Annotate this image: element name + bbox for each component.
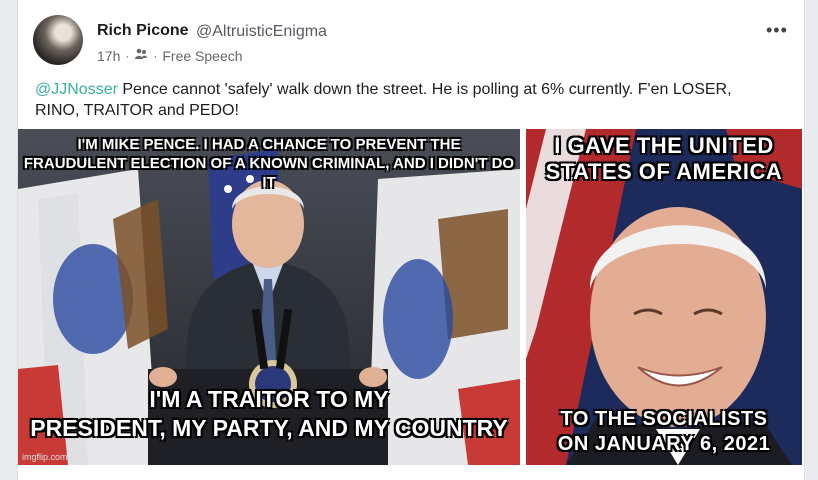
mention-link[interactable]: @JJNosser [35,81,118,98]
meme-left-bottom-line2: PRESIDENT, MY PARTY, AND MY COUNTRY [30,415,508,441]
author-handle[interactable]: @AltruisticEnigma [196,23,327,41]
separator-dot: · [153,48,158,63]
meme-right-bottom-line2: ON JANUARY 6, 2021 [557,433,771,455]
more-options-icon[interactable]: ••• [766,20,788,41]
meme-left-top-line1: I'M MIKE PENCE. I HAD A CHANCE TO PREVEN… [77,136,461,153]
post-body: @JJNosser Pence cannot 'safely' walk dow… [35,79,775,121]
separator-dot: · [125,48,130,63]
group-name[interactable]: Free Speech [162,48,242,64]
watermark: imgflip.com [22,452,68,462]
meme-right-top-line1: I GAVE THE UNITED [554,133,774,158]
post-meta: 17h · · Free Speech [97,47,243,64]
group-icon [134,47,148,64]
meme-left-bottom-caption: I'M A TRAITOR TO MY PRESIDENT, MY PARTY,… [18,385,520,443]
author-avatar[interactable] [33,15,83,65]
author-name[interactable]: Rich Picone [97,22,189,40]
post-text: Pence cannot 'safely' walk down the stre… [35,81,732,119]
meme-right-top-caption: I GAVE THE UNITED STATES OF AMERICA [526,133,802,185]
meme-right-bottom-line1: TO THE SOCIALISTS [560,408,768,430]
meme-right-bottom-caption: TO THE SOCIALISTS ON JANUARY 6, 2021 [526,407,802,457]
post-time[interactable]: 17h [97,48,120,64]
meme-image-left[interactable]: I'M MIKE PENCE. I HAD A CHANCE TO PREVEN… [18,129,520,465]
meme-left-top-line2: FRAUDULENT ELECTION OF A KNOWN CRIMINAL,… [23,155,515,191]
meme-left-bottom-line1: I'M A TRAITOR TO MY [149,386,389,412]
post-card: Rich Picone @AltruisticEnigma 17h · · Fr… [17,0,805,480]
meme-left-top-caption: I'M MIKE PENCE. I HAD A CHANCE TO PREVEN… [18,135,520,192]
meme-image-right[interactable]: I GAVE THE UNITED STATES OF AMERICA TO T… [526,129,802,465]
meme-right-top-line2: STATES OF AMERICA [545,159,783,184]
